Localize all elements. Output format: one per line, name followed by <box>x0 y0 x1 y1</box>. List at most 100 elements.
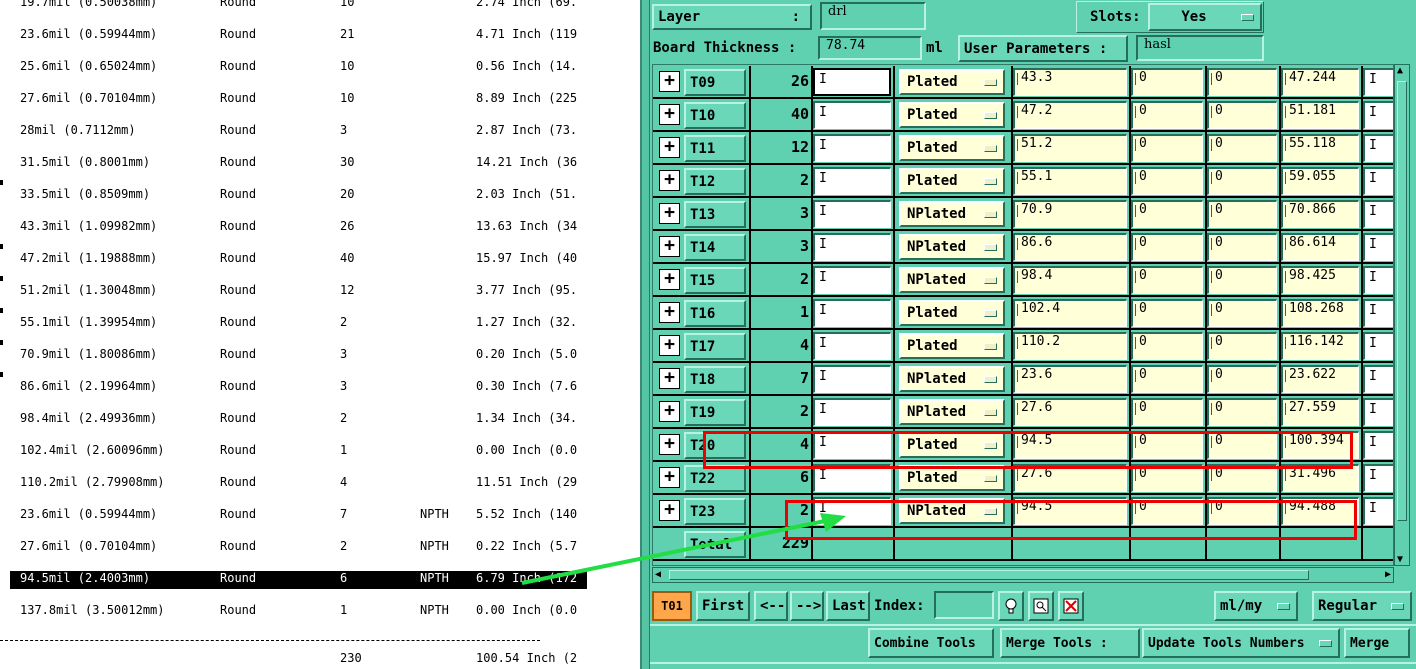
tool-extra-input[interactable]: I <box>1363 233 1393 261</box>
tool-size-d4-input[interactable]: 23.622 <box>1281 365 1359 393</box>
tool-type-select[interactable]: Plated <box>899 465 1005 491</box>
tool-type-select[interactable]: NPlated <box>899 201 1005 227</box>
tool-size-d2-input[interactable]: 0 <box>1131 497 1203 525</box>
last-button[interactable]: Last <box>826 591 870 621</box>
tool-size-d1-input[interactable]: 27.6 <box>1013 398 1127 426</box>
tool-size-d3-input[interactable]: 0 <box>1207 134 1277 162</box>
tool-extra-input[interactable]: I <box>1363 398 1393 426</box>
delete-button[interactable] <box>1058 591 1084 621</box>
tool-size-d2-input[interactable]: 0 <box>1131 266 1203 294</box>
tool-expand-icon[interactable]: + <box>659 335 680 356</box>
tool-size-d2-input[interactable]: 0 <box>1131 200 1203 228</box>
tool-name-button[interactable]: T14 <box>684 234 746 261</box>
combine-tools-button[interactable]: Combine Tools <box>868 628 994 658</box>
tool-extra-input[interactable]: I <box>1363 299 1393 327</box>
tool-type-select[interactable]: NPlated <box>899 267 1005 293</box>
tool-name-button[interactable]: T11 <box>684 135 746 162</box>
tool-type-select[interactable]: Plated <box>899 333 1005 359</box>
next-button[interactable]: --> <box>790 591 824 621</box>
scroll-up-arrow-icon[interactable]: ▲ <box>1397 65 1403 76</box>
tool-type-select[interactable]: Plated <box>899 300 1005 326</box>
tool-size-d1-input[interactable]: 23.6 <box>1013 365 1127 393</box>
tool-size-d2-input[interactable]: 0 <box>1131 167 1203 195</box>
tool-type-select[interactable]: Plated <box>899 102 1005 128</box>
tool-expand-icon[interactable]: + <box>659 104 680 125</box>
tool-name-button[interactable]: T18 <box>684 366 746 393</box>
tool-size-d1-input[interactable]: 86.6 <box>1013 233 1127 261</box>
tool-expand-icon[interactable]: + <box>659 269 680 290</box>
horizontal-scrollbar[interactable]: ◀ ▶ <box>652 567 1394 583</box>
tool-size-d4-input[interactable]: 59.055 <box>1281 167 1359 195</box>
vertical-scrollbar[interactable]: ▲ ▼ <box>1394 64 1410 566</box>
tool-size-d1-input[interactable]: 98.4 <box>1013 266 1127 294</box>
tool-drill-input[interactable]: I <box>813 134 891 162</box>
tool-size-d1-input[interactable]: 47.2 <box>1013 101 1127 129</box>
first-button[interactable]: First <box>696 591 750 621</box>
tool-size-d1-input[interactable]: 102.4 <box>1013 299 1127 327</box>
tool-size-d4-input[interactable]: 51.181 <box>1281 101 1359 129</box>
tool-name-button[interactable]: T10 <box>684 102 746 129</box>
tool-expand-icon[interactable]: + <box>659 71 680 92</box>
tool-size-d4-input[interactable]: 116.142 <box>1281 332 1359 360</box>
tool-size-d3-input[interactable]: 0 <box>1207 167 1277 195</box>
tool-drill-input[interactable]: I <box>813 101 891 129</box>
tool-expand-icon[interactable]: + <box>659 236 680 257</box>
tool-name-button[interactable]: T12 <box>684 168 746 195</box>
tool-extra-input[interactable]: I <box>1363 200 1393 228</box>
tool-type-select[interactable]: Plated <box>899 135 1005 161</box>
tool-size-d3-input[interactable]: 0 <box>1207 299 1277 327</box>
tool-size-d1-input[interactable]: 110.2 <box>1013 332 1127 360</box>
tool-size-d4-input[interactable]: 94.488 <box>1281 497 1359 525</box>
tool-size-d2-input[interactable]: 0 <box>1131 68 1203 96</box>
board-thickness-input[interactable]: 78.74 <box>818 36 922 60</box>
total-button[interactable]: Total <box>684 531 746 558</box>
tool-size-d3-input[interactable]: 0 <box>1207 233 1277 261</box>
units-select[interactable]: ml/my <box>1214 591 1298 621</box>
tool-size-d3-input[interactable]: 0 <box>1207 332 1277 360</box>
tool-size-d3-input[interactable]: 0 <box>1207 101 1277 129</box>
tool-name-button[interactable]: T13 <box>684 201 746 228</box>
tool-extra-input[interactable]: I <box>1363 497 1393 525</box>
tool-name-button[interactable]: T23 <box>684 498 746 525</box>
tool-size-d2-input[interactable]: 0 <box>1131 398 1203 426</box>
tool-expand-icon[interactable]: + <box>659 137 680 158</box>
scroll-down-arrow-icon[interactable]: ▼ <box>1397 554 1403 565</box>
tool-name-button[interactable]: T16 <box>684 300 746 327</box>
tool-drill-input[interactable]: I <box>813 398 891 426</box>
tool-drill-input[interactable]: I <box>813 332 891 360</box>
tool-size-d3-input[interactable]: 0 <box>1207 497 1277 525</box>
tool-size-d2-input[interactable]: 0 <box>1131 431 1203 459</box>
merge-button[interactable]: Merge <box>1344 628 1410 658</box>
tool-size-d2-input[interactable]: 0 <box>1131 233 1203 261</box>
update-tools-numbers-select[interactable]: Update Tools Numbers <box>1142 628 1340 658</box>
merge-tools-label-button[interactable]: Merge Tools : <box>1000 628 1140 658</box>
tool-name-button[interactable]: T17 <box>684 333 746 360</box>
tool-size-d1-input[interactable]: 94.5 <box>1013 431 1127 459</box>
layer-input[interactable]: drl <box>820 2 926 30</box>
tool-type-select[interactable]: NPlated <box>899 399 1005 425</box>
tool-type-select[interactable]: Plated <box>899 168 1005 194</box>
tool-extra-input[interactable]: I <box>1363 68 1393 96</box>
tool-drill-input[interactable]: I <box>813 200 891 228</box>
tool-expand-icon[interactable]: + <box>659 368 680 389</box>
tool-extra-input[interactable]: I <box>1363 266 1393 294</box>
tool-size-d1-input[interactable]: 43.3 <box>1013 68 1127 96</box>
tool-type-select[interactable]: NPlated <box>899 498 1005 524</box>
user-parameters-button[interactable]: User Parameters : <box>958 35 1128 62</box>
tool-extra-input[interactable]: I <box>1363 332 1393 360</box>
tool-name-button[interactable]: T09 <box>684 69 746 96</box>
tool-extra-input[interactable]: I <box>1363 431 1393 459</box>
tool-size-d4-input[interactable]: 100.394 <box>1281 431 1359 459</box>
tool-size-d3-input[interactable]: 0 <box>1207 431 1277 459</box>
tool-drill-input[interactable]: I <box>813 167 891 195</box>
tool-type-select[interactable]: NPlated <box>899 366 1005 392</box>
tool-size-d2-input[interactable]: 0 <box>1131 464 1203 492</box>
scroll-left-arrow-icon[interactable]: ◀ <box>655 569 661 580</box>
slots-select[interactable]: Yes <box>1148 3 1262 31</box>
hint-button[interactable] <box>998 591 1024 621</box>
tool-size-d1-input[interactable]: 27.6 <box>1013 464 1127 492</box>
tool-size-d4-input[interactable]: 108.268 <box>1281 299 1359 327</box>
tool-expand-icon[interactable]: + <box>659 434 680 455</box>
tool-name-button[interactable]: T19 <box>684 399 746 426</box>
tool-size-d1-input[interactable]: 55.1 <box>1013 167 1127 195</box>
